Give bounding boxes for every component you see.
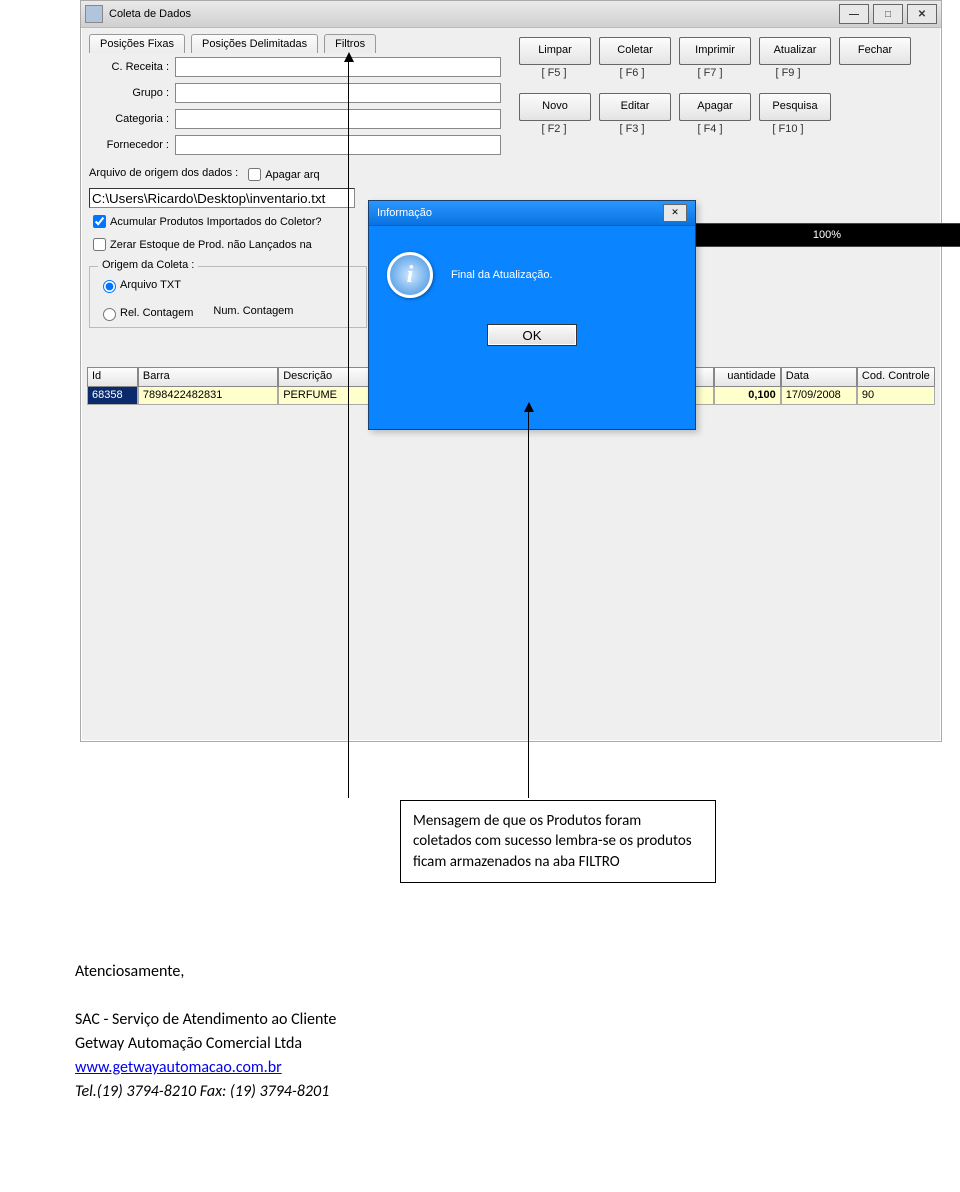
- f7-hint: [ F7 ]: [675, 67, 745, 79]
- app-icon: [85, 5, 103, 23]
- imprimir-button[interactable]: Imprimir: [679, 37, 751, 65]
- col-id[interactable]: Id: [87, 367, 138, 387]
- doc-url[interactable]: www.getwayautomacao.com.br: [75, 1058, 282, 1077]
- dialog-titlebar: Informação ✕: [369, 201, 695, 226]
- fechar-button[interactable]: Fechar: [839, 37, 911, 65]
- apagar-button[interactable]: Apagar: [679, 93, 751, 121]
- origin-path-input[interactable]: [89, 188, 355, 208]
- info-icon: i: [387, 252, 433, 298]
- minimize-button[interactable]: —: [839, 4, 869, 24]
- maximize-icon: □: [885, 9, 891, 20]
- minimize-icon: —: [849, 9, 859, 20]
- dialog-title: Informação: [377, 207, 432, 219]
- col-quantidade[interactable]: uantidade: [714, 367, 780, 387]
- tab-posicoes-delimitadas[interactable]: Posições Delimitadas: [191, 34, 318, 53]
- doc-sac: SAC - Serviço de Atendimento ao Cliente: [75, 1008, 336, 1032]
- fornecedor-input[interactable]: [175, 135, 501, 155]
- categoria-input[interactable]: [175, 109, 501, 129]
- maximize-button[interactable]: □: [873, 4, 903, 24]
- coletar-button[interactable]: Coletar: [599, 37, 671, 65]
- novo-button[interactable]: Novo: [519, 93, 591, 121]
- tab-posicoes-fixas[interactable]: Posições Fixas: [89, 34, 185, 53]
- grupo-label: Grupo :: [89, 87, 169, 99]
- close-icon: ✕: [918, 9, 926, 20]
- col-barra[interactable]: Barra: [138, 367, 278, 387]
- radio-arquivo-txt[interactable]: Arquivo TXT: [98, 277, 358, 293]
- f3-hint: [ F3 ]: [597, 123, 667, 135]
- doc-atencoes: Atenciosamente,: [75, 960, 336, 984]
- f2-hint: [ F2 ]: [519, 123, 589, 135]
- dialog-body: i Final da Atualização.: [369, 226, 695, 324]
- categoria-label: Categoria :: [89, 113, 169, 125]
- doc-footer: Atenciosamente, SAC - Serviço de Atendim…: [75, 960, 336, 1104]
- close-button[interactable]: ✕: [907, 4, 937, 24]
- doc-company: Getway Automação Comercial Ltda: [75, 1032, 336, 1056]
- grupo-input[interactable]: [175, 83, 501, 103]
- f6-hint: [ F6 ]: [597, 67, 667, 79]
- cell-data: 17/09/2008: [781, 387, 857, 405]
- doc-tel: Tel.(19) 3794-8210 Fax: (19) 3794-8201: [75, 1082, 329, 1101]
- num-contagem-label: Num. Contagem: [213, 305, 293, 317]
- origem-coleta-group: Origem da Coleta : Arquivo TXT Rel. Cont…: [89, 266, 367, 328]
- info-dialog: Informação ✕ i Final da Atualização. OK: [368, 200, 696, 430]
- cell-qtd: 0,100: [714, 387, 780, 405]
- editar-button[interactable]: Editar: [599, 93, 671, 121]
- pesquisa-button[interactable]: Pesquisa: [759, 93, 831, 121]
- creceita-label: C. Receita :: [89, 61, 169, 73]
- radio-rel-contagem[interactable]: Rel. Contagem: [98, 305, 193, 321]
- limpar-button[interactable]: Limpar: [519, 37, 591, 65]
- cell-barra: 7898422482831: [138, 387, 278, 405]
- dialog-close-button[interactable]: ✕: [663, 204, 687, 222]
- annotation-text: Mensagem de que os Produtos foram coleta…: [413, 812, 692, 871]
- creceita-input[interactable]: [175, 57, 501, 77]
- f9-hint: [ F9 ]: [753, 67, 823, 79]
- annotation-arrow-1: [348, 58, 349, 798]
- window-title: Coleta de Dados: [109, 8, 835, 20]
- apagar-arq-checkbox[interactable]: Apagar arq: [244, 165, 319, 184]
- toolbar: Limpar Coletar Imprimir Atualizar Fechar…: [519, 37, 929, 149]
- f10-hint: [ F10 ]: [753, 123, 823, 135]
- f5-hint: [ F5 ]: [519, 67, 589, 79]
- annotation-arrow-2: [528, 408, 529, 798]
- titlebar: Coleta de Dados — □ ✕: [81, 1, 941, 28]
- col-cod-controle[interactable]: Cod. Controle: [857, 367, 935, 387]
- group-label: Origem da Coleta :: [98, 259, 198, 271]
- atualizar-button[interactable]: Atualizar: [759, 37, 831, 65]
- dialog-message: Final da Atualização.: [451, 269, 553, 281]
- f4-hint: [ F4 ]: [675, 123, 745, 135]
- annotation-box: Mensagem de que os Produtos foram coleta…: [400, 800, 716, 883]
- ok-button[interactable]: OK: [487, 324, 577, 346]
- cell-id: 68358: [87, 387, 138, 405]
- cell-cod: 90: [857, 387, 935, 405]
- progress-text: 100%: [813, 229, 841, 241]
- origem-label: Arquivo de origem dos dados :: [89, 167, 238, 179]
- col-data[interactable]: Data: [781, 367, 857, 387]
- fornecedor-label: Fornecedor :: [89, 139, 169, 151]
